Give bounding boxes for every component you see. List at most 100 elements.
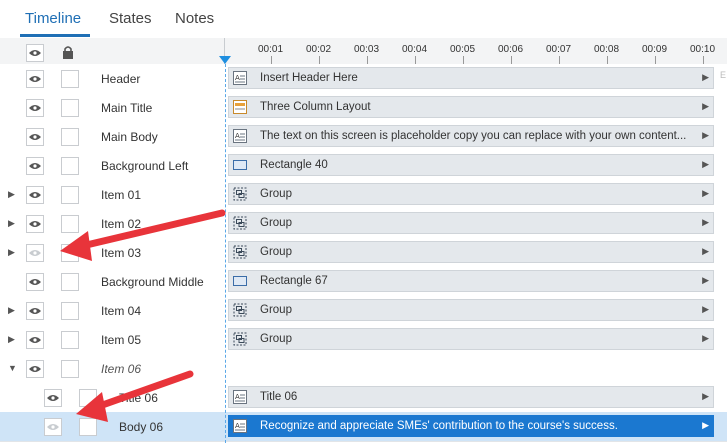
bar-expand-arrow-icon[interactable]: ▶ xyxy=(702,246,709,257)
timeline-bar[interactable]: Three Column Layout ▶ xyxy=(228,96,714,118)
bar-expand-arrow-icon[interactable]: ▶ xyxy=(702,188,709,199)
layer-cell[interactable]: Body 06 xyxy=(0,412,224,441)
bar-expand-arrow-icon[interactable]: ▶ xyxy=(702,391,709,402)
layer-cell[interactable]: ▶ Item 02 xyxy=(0,209,224,238)
lock-checkbox[interactable] xyxy=(61,244,79,262)
timeline-ruler[interactable]: 00:01 00:02 00:03 00:04 00:05 00:06 00:07 00:08… xyxy=(0,38,727,65)
layer-cell[interactable]: ▶ Item 03 xyxy=(0,238,224,267)
layer-name[interactable]: Item 05 xyxy=(101,333,141,347)
expand-right-icon[interactable]: ▶ xyxy=(8,334,15,345)
timeline-row[interactable]: Title 06 A Title 06 ▶ xyxy=(0,383,727,413)
layer-name[interactable]: Item 01 xyxy=(101,188,141,202)
lock-checkbox[interactable] xyxy=(61,331,79,349)
lock-all-icon[interactable] xyxy=(61,44,77,60)
timeline-bar[interactable]: Rectangle 40 ▶ xyxy=(228,154,714,176)
layer-name[interactable]: Body 06 xyxy=(119,420,163,434)
lock-checkbox[interactable] xyxy=(61,360,79,378)
timeline-row[interactable]: Body 06 A Recognize and appreciate SMEs' c… xyxy=(0,412,727,442)
visibility-eye-icon[interactable] xyxy=(44,418,62,436)
lock-checkbox[interactable] xyxy=(61,157,79,175)
lock-checkbox[interactable] xyxy=(61,186,79,204)
layer-cell[interactable]: Main Title xyxy=(0,93,224,122)
visibility-eye-icon[interactable] xyxy=(26,157,44,175)
layer-cell[interactable]: ▶ Item 05 xyxy=(0,325,224,354)
bar-expand-arrow-icon[interactable]: ▶ xyxy=(702,159,709,170)
tab-notes[interactable]: Notes xyxy=(175,10,214,27)
visibility-eye-icon[interactable] xyxy=(26,70,44,88)
timeline-bar[interactable]: Group ▶ xyxy=(228,299,714,321)
timeline-bar[interactable]: A Title 06 ▶ xyxy=(228,386,714,408)
layer-cell[interactable]: ▶ Item 01 xyxy=(0,180,224,209)
visibility-eye-icon[interactable] xyxy=(44,389,62,407)
visibility-eye-icon[interactable] xyxy=(26,215,44,233)
timeline-bar[interactable]: Group ▶ xyxy=(228,183,714,205)
layer-cell[interactable]: Background Left xyxy=(0,151,224,180)
timeline-bar[interactable]: Group ▶ xyxy=(228,241,714,263)
playhead-handle[interactable] xyxy=(219,56,231,64)
visibility-eye-icon[interactable] xyxy=(26,331,44,349)
layer-name[interactable]: Item 02 xyxy=(101,217,141,231)
visibility-eye-icon[interactable] xyxy=(26,186,44,204)
bar-expand-arrow-icon[interactable]: ▶ xyxy=(702,304,709,315)
timeline-row[interactable]: Background Middle Rectangle 67 ▶ xyxy=(0,267,727,297)
timeline-row[interactable]: ▼ Item 06 xyxy=(0,354,727,384)
tab-states[interactable]: States xyxy=(109,10,152,27)
bar-expand-arrow-icon[interactable]: ▶ xyxy=(702,130,709,141)
layer-cell[interactable]: Background Middle xyxy=(0,267,224,296)
lock-checkbox[interactable] xyxy=(61,273,79,291)
expand-down-icon[interactable]: ▼ xyxy=(8,363,17,373)
lock-checkbox[interactable] xyxy=(79,418,97,436)
visibility-eye-icon[interactable] xyxy=(26,128,44,146)
layer-name[interactable]: Main Body xyxy=(101,130,158,144)
layer-name[interactable]: Item 03 xyxy=(101,246,141,260)
layer-name[interactable]: Title 06 xyxy=(119,391,158,405)
lock-checkbox[interactable] xyxy=(61,128,79,146)
timeline-row[interactable]: ▶ Item 04 Group ▶ xyxy=(0,296,727,326)
layer-name[interactable]: Item 04 xyxy=(101,304,141,318)
layer-name[interactable]: Background Left xyxy=(101,159,188,173)
timeline-row[interactable]: ▶ Item 02 Group ▶ xyxy=(0,209,727,239)
visibility-eye-icon[interactable] xyxy=(26,244,44,262)
expand-right-icon[interactable]: ▶ xyxy=(8,247,15,258)
timeline-bar[interactable]: A Insert Header Here ▶ xyxy=(228,67,714,89)
bar-expand-arrow-icon[interactable]: ▶ xyxy=(702,275,709,286)
lock-checkbox[interactable] xyxy=(61,70,79,88)
lock-checkbox[interactable] xyxy=(79,389,97,407)
lock-checkbox[interactable] xyxy=(61,302,79,320)
timeline-row[interactable]: Background Left Rectangle 40 ▶ xyxy=(0,151,727,181)
bar-expand-arrow-icon[interactable]: ▶ xyxy=(702,420,709,431)
timeline-bar[interactable]: A Recognize and appreciate SMEs' contribu… xyxy=(228,415,714,437)
expand-right-icon[interactable]: ▶ xyxy=(8,305,15,316)
lock-checkbox[interactable] xyxy=(61,99,79,117)
layer-cell[interactable]: ▶ Item 04 xyxy=(0,296,224,325)
timeline-bar[interactable]: A The text on this screen is placeholder … xyxy=(228,125,714,147)
bar-expand-arrow-icon[interactable]: ▶ xyxy=(702,101,709,112)
tab-timeline[interactable]: Timeline xyxy=(25,10,81,27)
bar-expand-arrow-icon[interactable]: ▶ xyxy=(702,333,709,344)
layer-cell[interactable]: Header xyxy=(0,64,224,93)
visibility-eye-icon[interactable] xyxy=(26,302,44,320)
bar-expand-arrow-icon[interactable]: ▶ xyxy=(702,72,709,83)
timeline-row[interactable]: Main Body A The text on this screen is pla… xyxy=(0,122,727,152)
timeline-row[interactable]: Header A Insert Header Here ▶ xyxy=(0,64,727,94)
timeline-row[interactable]: ▶ Item 03 Group ▶ xyxy=(0,238,727,268)
timeline-row[interactable]: ▶ Item 01 Group ▶ xyxy=(0,180,727,210)
timeline-bar[interactable]: Group ▶ xyxy=(228,212,714,234)
layer-cell[interactable]: Title 06 xyxy=(0,383,224,412)
expand-right-icon[interactable]: ▶ xyxy=(8,218,15,229)
show-all-eye-icon[interactable] xyxy=(26,44,44,62)
bar-expand-arrow-icon[interactable]: ▶ xyxy=(702,217,709,228)
timeline-row[interactable]: Main Title Three Column Layout ▶ xyxy=(0,93,727,123)
expand-right-icon[interactable]: ▶ xyxy=(8,189,15,200)
layer-cell[interactable]: ▼ Item 06 xyxy=(0,354,224,383)
visibility-eye-icon[interactable] xyxy=(26,360,44,378)
layer-name[interactable]: Item 06 xyxy=(101,362,141,376)
layer-cell[interactable]: Main Body xyxy=(0,122,224,151)
visibility-eye-icon[interactable] xyxy=(26,99,44,117)
timeline-bar[interactable]: Rectangle 67 ▶ xyxy=(228,270,714,292)
layer-name[interactable]: Header xyxy=(101,72,140,86)
timeline-bar[interactable]: Group ▶ xyxy=(228,328,714,350)
lock-checkbox[interactable] xyxy=(61,215,79,233)
visibility-eye-icon[interactable] xyxy=(26,273,44,291)
timeline-row[interactable]: ▶ Item 05 Group ▶ xyxy=(0,325,727,355)
